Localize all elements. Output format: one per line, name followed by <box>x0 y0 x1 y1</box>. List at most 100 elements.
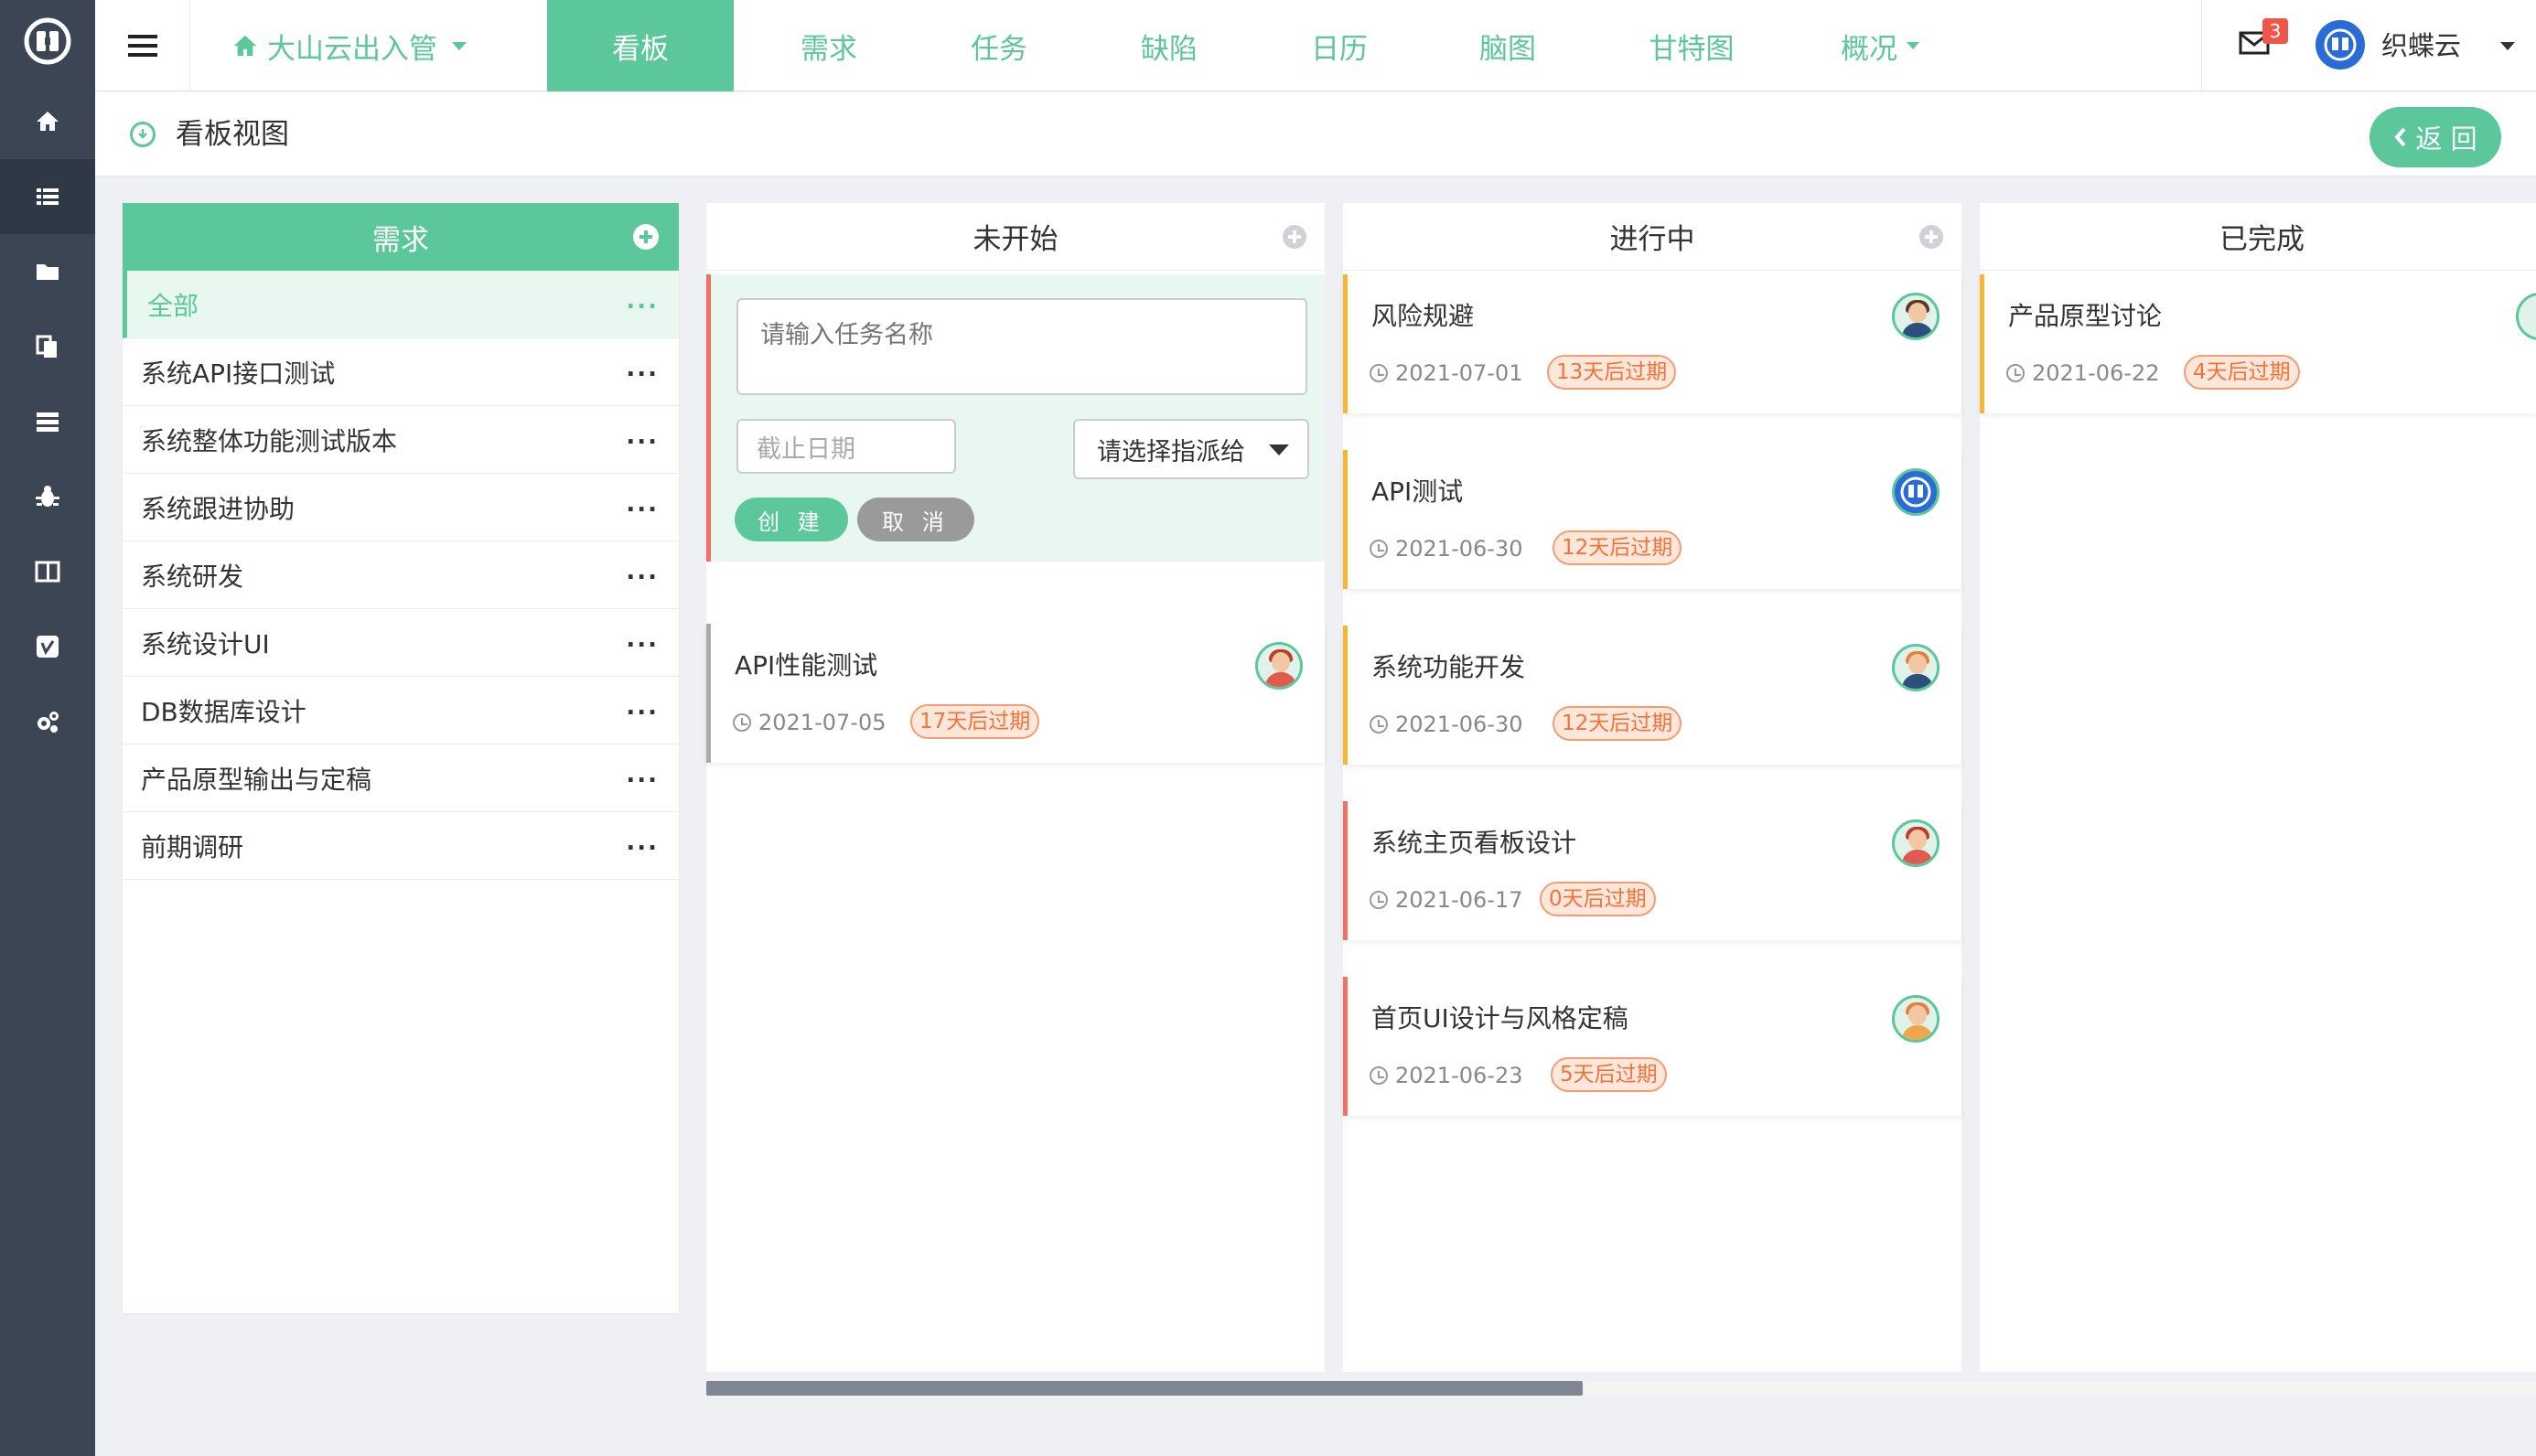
gears-icon <box>38 712 59 733</box>
expiry-badge: 12天后过期 <box>1553 530 1682 565</box>
assignee-select[interactable]: 请选择指派给 <box>1073 419 1309 479</box>
nav-folder[interactable] <box>0 234 95 309</box>
task-due: 2021-06-30 <box>1370 536 1522 562</box>
list-icon <box>37 188 59 205</box>
tab-defects[interactable]: 缺陷 <box>1105 0 1233 91</box>
assignee-avatar[interactable] <box>1892 293 1940 340</box>
task-title: API性能测试 <box>735 650 878 680</box>
bug-icon <box>36 486 59 507</box>
task-name-input[interactable] <box>736 298 1307 395</box>
more-icon[interactable]: ... <box>626 289 659 313</box>
task-card[interactable]: 系统功能开发 2021-06-30 12天后过期 <box>1343 626 1961 765</box>
assignee-avatar[interactable] <box>1892 468 1940 516</box>
task-date: 2021-06-30 <box>1395 712 1523 737</box>
task-date: 2021-06-22 <box>2032 360 2160 386</box>
task-card[interactable]: API测试 2021-06-30 12天后过期 <box>1343 450 1961 589</box>
requirement-item[interactable]: DB数据库设计 ... <box>123 677 679 744</box>
requirement-item-all[interactable]: 全部 ... <box>123 271 679 338</box>
add-requirement-icon[interactable] <box>633 224 659 250</box>
assignee-avatar[interactable] <box>1892 644 1940 691</box>
more-icon[interactable]: ... <box>626 695 659 719</box>
column-done: 已完成 产品原型讨论 2021-06-22 4天后过期 <box>1980 203 2536 1372</box>
back-button[interactable]: 返 回 <box>2369 107 2501 167</box>
mail-count-badge: 3 <box>2262 18 2288 44</box>
requirement-item[interactable]: 系统设计UI ... <box>123 609 679 677</box>
tab-label: 缺陷 <box>1141 32 1198 66</box>
project-selector[interactable]: 大山云出入管 <box>232 0 467 91</box>
assignee-avatar[interactable] <box>1892 995 1940 1043</box>
requirement-label: 产品原型输出与定稿 <box>141 764 372 795</box>
clock-icon <box>1370 540 1388 558</box>
more-icon[interactable]: ... <box>626 424 659 448</box>
assignee-avatar[interactable] <box>1255 642 1303 690</box>
task-date: 2021-07-05 <box>758 710 887 735</box>
task-date: 2021-06-30 <box>1395 536 1523 562</box>
add-task-icon[interactable] <box>1283 225 1306 249</box>
requirements-header: 需求 <box>123 203 679 271</box>
nav-list[interactable] <box>0 159 95 234</box>
requirement-item[interactable]: 前期调研 ... <box>123 812 679 880</box>
requirement-label: 全部 <box>147 290 199 321</box>
expiry-badge: 4天后过期 <box>2184 355 2300 390</box>
tab-mindmap[interactable]: 脑图 <box>1444 0 1572 91</box>
task-due: 2021-06-22 <box>2006 360 2159 386</box>
nav-board[interactable] <box>0 534 95 609</box>
board-scrollbar-thumb[interactable] <box>706 1381 1583 1396</box>
more-icon[interactable]: ... <box>626 830 659 854</box>
menu-toggle-button[interactable] <box>95 0 190 91</box>
requirement-item[interactable]: 系统API接口测试 ... <box>123 338 679 406</box>
nav-home[interactable] <box>0 84 95 159</box>
more-icon[interactable]: ... <box>626 763 659 787</box>
clock-icon <box>1370 891 1388 909</box>
user-avatar[interactable] <box>2316 20 2365 70</box>
task-card[interactable]: 系统主页看板设计 2021-06-17 0天后过期 <box>1343 801 1961 940</box>
due-date-input[interactable]: 截止日期 <box>736 419 956 474</box>
more-icon[interactable]: ... <box>626 357 659 380</box>
task-card[interactable]: 首页UI设计与风格定稿 2021-06-23 5天后过期 <box>1343 977 1961 1116</box>
column-in-progress: 进行中 风险规避 2021-07-01 13天后过期 API测试 2021-06… <box>1343 203 1961 1372</box>
column-header: 进行中 <box>1343 203 1961 271</box>
nav-settings[interactable] <box>0 684 95 759</box>
cancel-button[interactable]: 取 消 <box>857 498 974 541</box>
home-icon <box>37 112 59 131</box>
more-icon[interactable]: ... <box>626 492 659 516</box>
task-title: 风险规避 <box>1371 301 1475 331</box>
requirement-item[interactable]: 系统跟进协助 ... <box>123 474 679 541</box>
task-card[interactable]: 产品原型讨论 2021-06-22 4天后过期 <box>1980 274 2536 413</box>
nav-servers[interactable] <box>0 384 95 459</box>
requirements-panel: 需求 全部 ... 系统API接口测试 ... 系统整体功能测试版本 ... 系… <box>123 203 679 1313</box>
app-logo[interactable] <box>0 0 95 82</box>
expiry-badge: 0天后过期 <box>1540 882 1656 916</box>
tab-label: 日历 <box>1311 32 1368 66</box>
requirement-item[interactable]: 系统研发 ... <box>123 541 679 609</box>
add-task-icon[interactable] <box>1919 225 1943 249</box>
nav-documents[interactable] <box>0 309 95 384</box>
more-icon[interactable]: ... <box>626 627 659 651</box>
task-due: 2021-06-30 <box>1370 712 1522 737</box>
requirement-item[interactable]: 产品原型输出与定稿 ... <box>123 744 679 812</box>
requirement-item[interactable]: 系统整体功能测试版本 ... <box>123 406 679 474</box>
tab-kanban[interactable]: 看板 <box>547 0 734 91</box>
nav-bugs[interactable] <box>0 459 95 534</box>
user-name[interactable]: 织蝶云 <box>2381 0 2461 91</box>
tab-requirements[interactable]: 需求 <box>765 0 893 91</box>
chevron-down-icon[interactable] <box>2500 42 2515 50</box>
clock-icon <box>1370 715 1388 733</box>
task-card[interactable]: API性能测试 2021-07-05 17天后过期 <box>706 624 1325 763</box>
create-button[interactable]: 创 建 <box>735 498 848 541</box>
more-icon[interactable]: ... <box>626 560 659 583</box>
tab-gantt[interactable]: 甘特图 <box>1614 0 1769 91</box>
assignee-avatar[interactable] <box>2516 293 2536 340</box>
tab-overview[interactable]: 概况 <box>1802 0 1958 91</box>
tab-label: 甘特图 <box>1649 32 1735 66</box>
nav-vimeo[interactable] <box>0 609 95 684</box>
column-title: 进行中 <box>1609 223 1695 256</box>
requirement-label: 系统跟进协助 <box>141 493 296 524</box>
column-title: 未开始 <box>972 223 1058 256</box>
tab-label: 脑图 <box>1479 32 1536 66</box>
clock-icon <box>2006 364 2025 382</box>
task-card[interactable]: 风险规避 2021-07-01 13天后过期 <box>1343 274 1961 413</box>
assignee-avatar[interactable] <box>1892 819 1940 867</box>
tab-calendar[interactable]: 日历 <box>1275 0 1403 91</box>
tab-tasks[interactable]: 任务 <box>935 0 1063 91</box>
